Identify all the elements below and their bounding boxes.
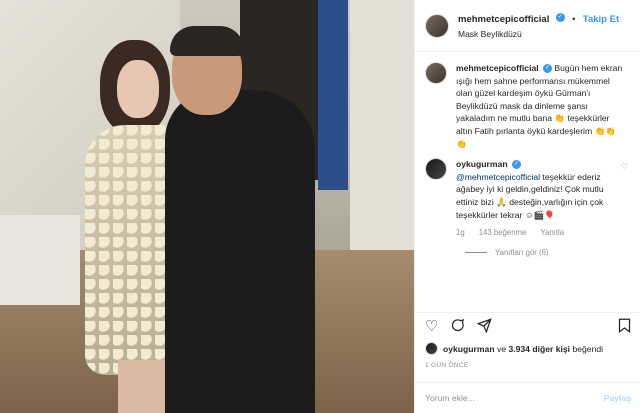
caption-username[interactable]: mehmetcepicofficial	[456, 63, 539, 73]
comment-likes[interactable]: 143 beğenme	[479, 227, 527, 240]
avatar[interactable]	[425, 13, 449, 38]
caption-body: mehmetcepicofficial ✓ Bugün hem ekran ış…	[456, 62, 626, 150]
post-photo[interactable]	[0, 0, 414, 413]
header-text: mehmetcepicofficial ✓ • Takip Et Mask Be…	[458, 11, 619, 41]
avatar[interactable]	[425, 62, 447, 84]
location-link[interactable]: Mask Beylikdüzü	[458, 27, 619, 41]
comment-mention[interactable]: @mehmetcepicofficial	[456, 172, 540, 182]
caption: mehmetcepicofficial ✓ Bugün hem ekran ış…	[425, 62, 630, 150]
likes-summary: oykugurman ve 3.934 diğer kişi beğendi	[425, 342, 635, 355]
avatar[interactable]	[425, 158, 447, 181]
comment-age[interactable]: 1g	[456, 227, 465, 240]
photo-woman-legs	[118, 360, 168, 413]
likes-joiner: ve	[494, 343, 509, 354]
photo-man-hair	[170, 26, 244, 56]
post-sidebar: mehmetcepicofficial ✓ • Takip Et Mask Be…	[414, 0, 640, 413]
post-comment-button[interactable]: Paylaş	[604, 393, 631, 403]
comments-list[interactable]: mehmetcepicofficial ✓ Bugün hem ekran ış…	[415, 52, 640, 286]
replies-divider	[465, 251, 487, 253]
photo-wall-right	[350, 0, 414, 260]
likes-user[interactable]: oykugurman	[443, 344, 495, 354]
comment-meta: 1g 143 beğenme Yanıtla	[456, 227, 626, 240]
likes-suffix: beğendi	[570, 343, 604, 354]
comment-icon[interactable]	[450, 318, 465, 336]
separator-dot: •	[572, 13, 576, 24]
comment-body: oykugurman ✓ @mehmetcepicofficial teşekk…	[456, 158, 626, 240]
follow-button[interactable]: Takip Et	[583, 14, 619, 25]
comment-input[interactable]: Yorum ekle...	[425, 393, 475, 403]
add-comment-bar: Yorum ekle... Paylaş	[415, 382, 640, 413]
likes-others-link[interactable]: 3.934 diğer kişi	[508, 344, 570, 354]
comment-username[interactable]: oykugurman	[456, 159, 508, 169]
header-username[interactable]: mehmetcepicofficial	[458, 14, 549, 25]
action-bar: ♡	[415, 312, 640, 340]
view-replies-button[interactable]: Yanıtları gör (6)	[465, 248, 630, 257]
comment-like-heart-icon[interactable]: ♡	[621, 162, 628, 171]
photo-man-jacket	[165, 90, 315, 413]
view-replies-label: Yanıtları gör (6)	[495, 247, 549, 257]
photo-table	[0, 215, 80, 305]
photo-woman-face	[117, 60, 159, 118]
verified-badge-icon: ✓	[555, 12, 565, 22]
verified-badge-icon: ✓	[543, 64, 553, 74]
share-icon[interactable]	[477, 317, 493, 336]
bookmark-icon[interactable]	[618, 318, 631, 336]
instagram-post: mehmetcepicofficial ✓ • Takip Et Mask Be…	[0, 0, 640, 413]
caption-text: Bugün hem ekran ışığı hem sahne performa…	[456, 63, 623, 149]
verified-badge-icon: ✓	[511, 160, 521, 170]
photo-blue-door	[318, 0, 348, 190]
avatar[interactable]	[425, 342, 438, 355]
post-header: mehmetcepicofficial ✓ • Takip Et Mask Be…	[415, 0, 640, 52]
post-timestamp[interactable]: 1 GÜN ÖNCE	[425, 362, 468, 369]
comment-item: oykugurman ✓ @mehmetcepicofficial teşekk…	[425, 158, 630, 240]
reply-button[interactable]: Yanıtla	[540, 227, 564, 240]
heart-icon[interactable]: ♡	[425, 319, 438, 334]
